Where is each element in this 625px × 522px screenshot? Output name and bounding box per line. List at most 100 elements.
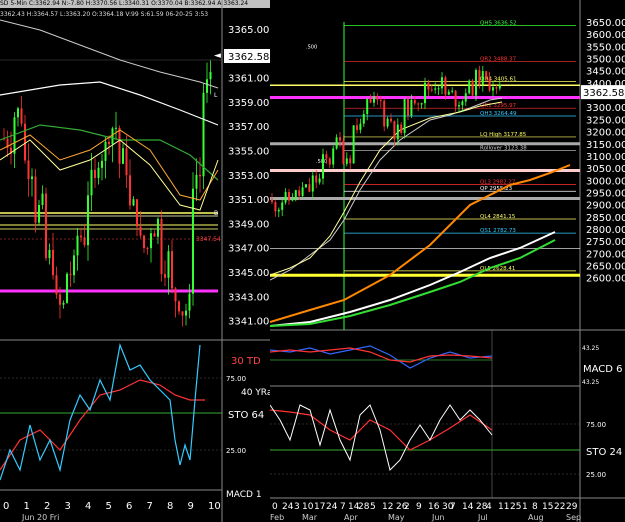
date-axis-label: 4 (486, 502, 492, 512)
price-candle (492, 87, 494, 91)
price-candle (146, 247, 149, 249)
moving-average-line (0, 81, 219, 126)
pivot-level-label: QS1 2782.73 (480, 228, 516, 234)
time-axis-label: 10 (208, 501, 221, 512)
price-candle (498, 84, 501, 89)
price-candle (301, 187, 304, 196)
oscillator-signal-line (0, 379, 205, 471)
price-candle (139, 226, 142, 236)
date-axis-label: 3 (294, 502, 300, 512)
price-candle (451, 90, 454, 92)
price-candle (192, 188, 194, 294)
price-pointer-icon: ◄ (214, 51, 221, 61)
daily-header-bar (270, 0, 580, 8)
price-candle (125, 148, 128, 176)
sto-line (270, 404, 493, 471)
yr-label: 40 YRa (241, 388, 270, 398)
moving-average-line (270, 231, 556, 327)
price-candle (167, 251, 170, 278)
intraday-chart-pane[interactable]: SD 5-Min C:3362.94 N:-7.80 H:3370.56 L:3… (0, 0, 270, 522)
price-candle (160, 218, 163, 275)
price-candle (291, 199, 294, 201)
price-candle (403, 99, 406, 133)
price-candle (111, 128, 114, 145)
price-candle (322, 154, 324, 179)
price-axis-label: 3357.00 (228, 122, 269, 133)
price-axis-label: 3300.00 (586, 103, 625, 114)
price-candle (17, 108, 19, 118)
month-axis-label: Apr (344, 513, 359, 522)
price-candle (20, 108, 23, 124)
price-candle (318, 178, 321, 183)
oscillator-tick: 25.00 (226, 447, 246, 455)
sto-tick: 75.00 (586, 421, 606, 429)
date-axis-label: 1 (522, 502, 528, 512)
price-candle (13, 117, 16, 154)
date-axis-label: 28 (358, 502, 370, 512)
date-axis-label: 2 (404, 502, 410, 512)
price-candle (488, 78, 491, 91)
price-candle (277, 209, 280, 212)
price-candle (305, 184, 307, 188)
price-candle (308, 184, 311, 192)
price-axis-label: 3550.00 (586, 42, 625, 53)
price-candle (45, 193, 47, 259)
macd-label: MACD 1 (226, 490, 262, 500)
date-axis-label: 16 (428, 502, 440, 512)
pivot-level-label: Rollover 3123.38 (480, 145, 527, 151)
sto-label: STO 24 (586, 447, 622, 458)
price-axis-label: 3355.00 (228, 147, 269, 158)
month-axis-label: Jun (431, 513, 445, 522)
price-candle (485, 71, 488, 79)
price-candle (441, 77, 443, 89)
price-candle (471, 80, 474, 96)
price-candle (427, 82, 430, 90)
price-candle (349, 158, 352, 164)
month-axis-label: Sep (566, 513, 581, 522)
price-candle (55, 275, 58, 295)
macd-tick: 43.25 (582, 345, 599, 352)
daily-chart-canvas[interactable]: 3650.003600.003550.003500.003450.003400.… (270, 0, 625, 522)
price-candle (325, 154, 328, 159)
price-candle (413, 99, 416, 104)
date-axis-label: 14 (462, 502, 474, 512)
price-candle (69, 273, 72, 276)
pivot-level-label: QR2 3488.37 (480, 56, 517, 62)
price-axis-label: 2600.00 (586, 274, 625, 285)
sto-signal-line (270, 409, 493, 451)
oscillator-tick: 75.00 (226, 375, 246, 383)
price-candle (420, 103, 423, 105)
price-axis-label: 3341.00 (228, 317, 269, 328)
price-candle (298, 190, 301, 196)
date-axis-label: 11 (498, 502, 509, 512)
price-candle (178, 301, 180, 312)
daily-chart-pane[interactable]: 3650.00 3600.00 3550.00 3500.00 3450.00 3400.… (270, 0, 625, 522)
price-axis-label: 2650.00 (586, 262, 625, 273)
price-axis-label: 2850.00 (586, 213, 625, 224)
price-candle (195, 174, 198, 189)
price-candle (315, 175, 318, 183)
level-marker: .500 (306, 44, 317, 50)
macd-label: MACD 6 (583, 364, 623, 375)
price-candle (475, 69, 477, 96)
price-candle (132, 199, 135, 206)
date-axis-label: 12 (382, 502, 393, 512)
intraday-chart-canvas[interactable]: 3362.43 H:3364.57 L:3363.20 O:3364.18 V:… (0, 0, 270, 522)
price-axis-label: 3000.00 (586, 176, 625, 187)
price-candle (27, 160, 30, 180)
price-candle (174, 288, 177, 302)
price-candle (202, 92, 205, 177)
price-candle (181, 311, 184, 316)
price-candle (104, 141, 107, 161)
price-candle (185, 310, 187, 316)
moving-average-line (0, 19, 219, 89)
time-axis-label: 6 (126, 501, 132, 512)
price-candle (31, 176, 33, 180)
price-candle (87, 195, 89, 246)
axis-marker: B (214, 210, 218, 217)
price-candle (83, 237, 86, 246)
price-candle (41, 193, 44, 205)
price-candle (108, 141, 110, 145)
price-axis-label: 3343.00 (228, 292, 269, 303)
price-axis-label: 3250.00 (586, 115, 625, 126)
